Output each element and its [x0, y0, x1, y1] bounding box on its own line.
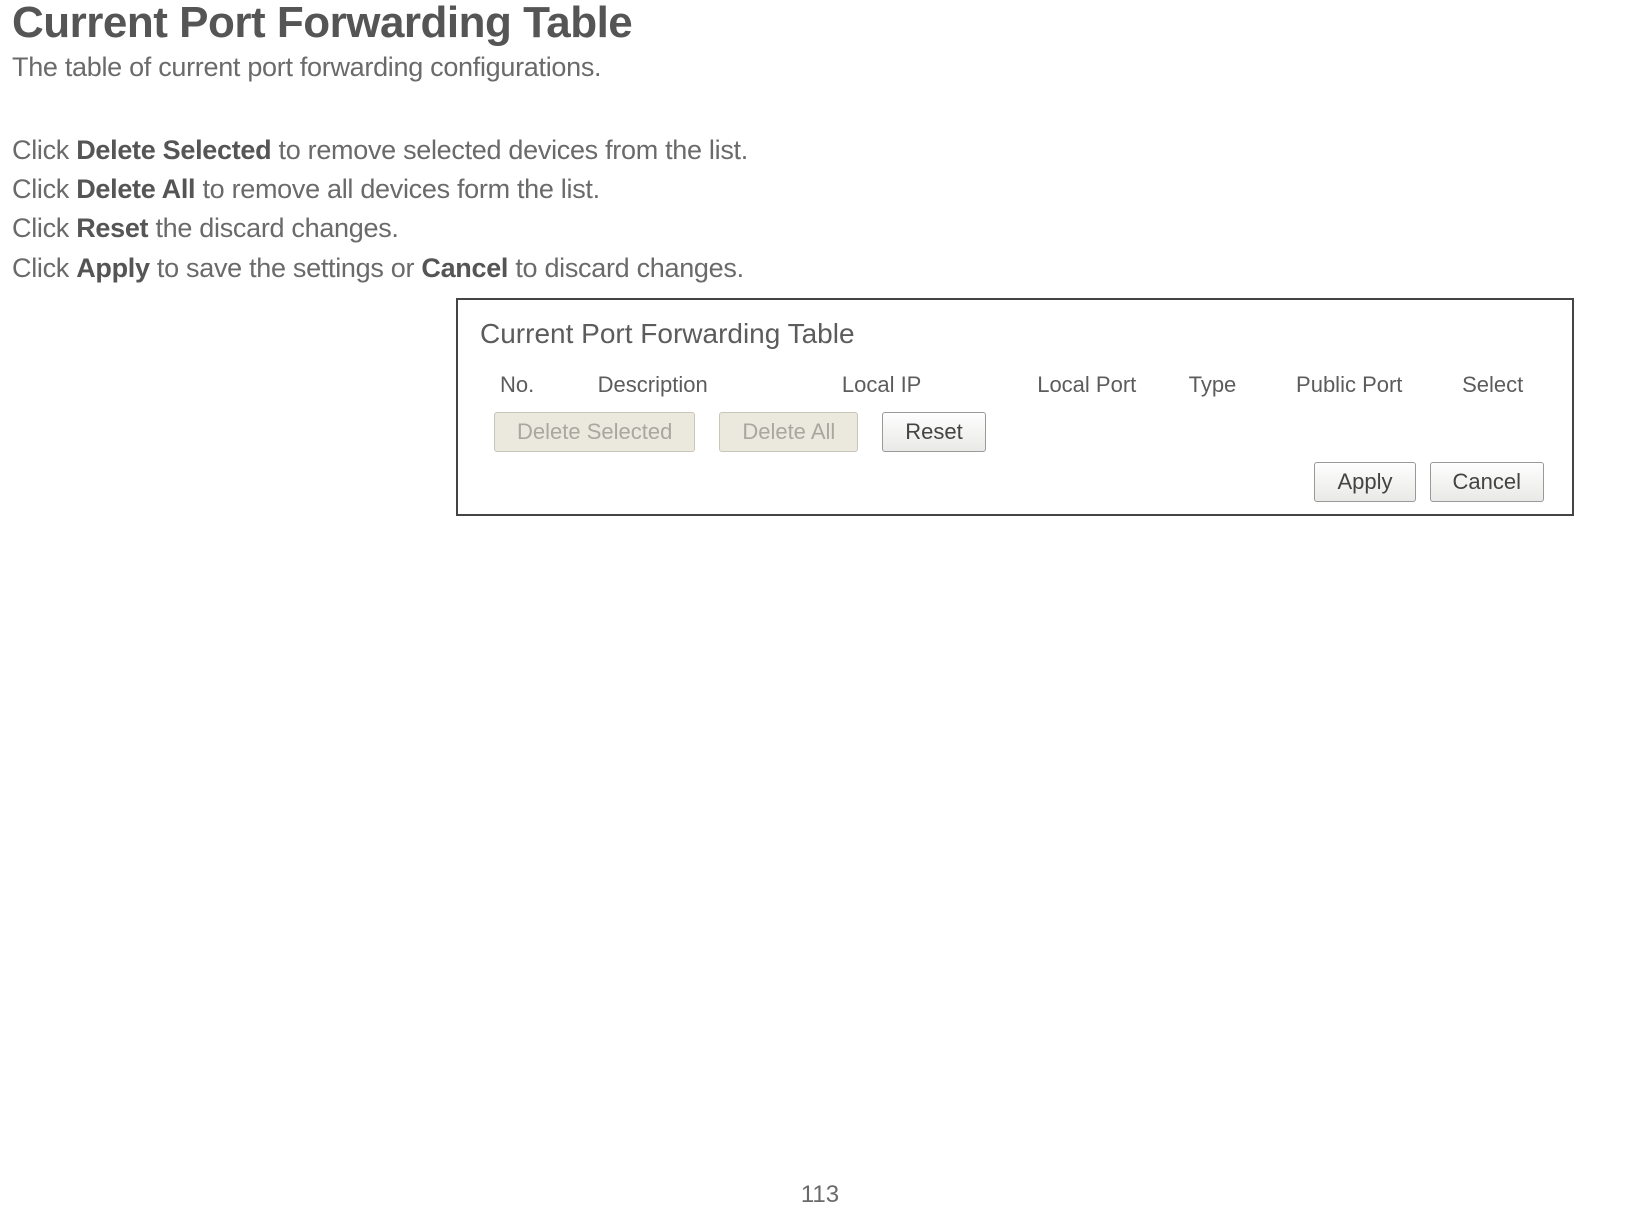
instruction-line-2: Click Delete All to remove all devices f…	[12, 170, 1628, 209]
instructions-block: Click Delete Selected to remove selected…	[12, 131, 1628, 288]
delete-all-button[interactable]: Delete All	[719, 412, 858, 452]
text: to save the settings or	[150, 253, 422, 283]
text: the discard changes.	[148, 213, 398, 243]
bold-term: Cancel	[421, 253, 508, 283]
reset-button[interactable]: Reset	[882, 412, 985, 452]
button-row: Delete Selected Delete All Reset	[480, 412, 1550, 452]
bold-term: Apply	[76, 253, 150, 283]
instruction-line-3: Click Reset the discard changes.	[12, 209, 1628, 248]
col-header-no: No.	[500, 372, 598, 398]
text: to remove selected devices from the list…	[271, 135, 748, 165]
text: Click	[12, 253, 76, 283]
col-header-local-ip: Local IP	[842, 372, 1037, 398]
apply-button[interactable]: Apply	[1314, 462, 1415, 502]
text: Click	[12, 213, 76, 243]
cancel-button[interactable]: Cancel	[1430, 462, 1544, 502]
instruction-line-4: Click Apply to save the settings or Canc…	[12, 249, 1628, 288]
bold-term: Delete Selected	[76, 135, 271, 165]
panel-title: Current Port Forwarding Table	[480, 318, 1550, 350]
col-header-public-port: Public Port	[1296, 372, 1462, 398]
bold-term: Reset	[76, 213, 148, 243]
text: Click	[12, 174, 76, 204]
text: Click	[12, 135, 76, 165]
delete-selected-button[interactable]: Delete Selected	[494, 412, 695, 452]
bold-term: Delete All	[76, 174, 195, 204]
subtitle: The table of current port forwarding con…	[12, 52, 1628, 83]
instruction-line-1: Click Delete Selected to remove selected…	[12, 131, 1628, 170]
page-number: 113	[0, 1181, 1640, 1209]
col-header-description: Description	[598, 372, 842, 398]
col-header-select: Select	[1462, 372, 1550, 398]
text: to remove all devices form the list.	[195, 174, 600, 204]
page-title: Current Port Forwarding Table	[12, 0, 1628, 46]
col-header-local-port: Local Port	[1037, 372, 1188, 398]
apply-cancel-row: Apply Cancel	[480, 462, 1550, 502]
table-headers: No. Description Local IP Local Port Type…	[480, 372, 1550, 398]
col-header-type: Type	[1189, 372, 1296, 398]
port-forwarding-panel: Current Port Forwarding Table No. Descri…	[456, 298, 1574, 516]
text: to discard changes.	[508, 253, 744, 283]
